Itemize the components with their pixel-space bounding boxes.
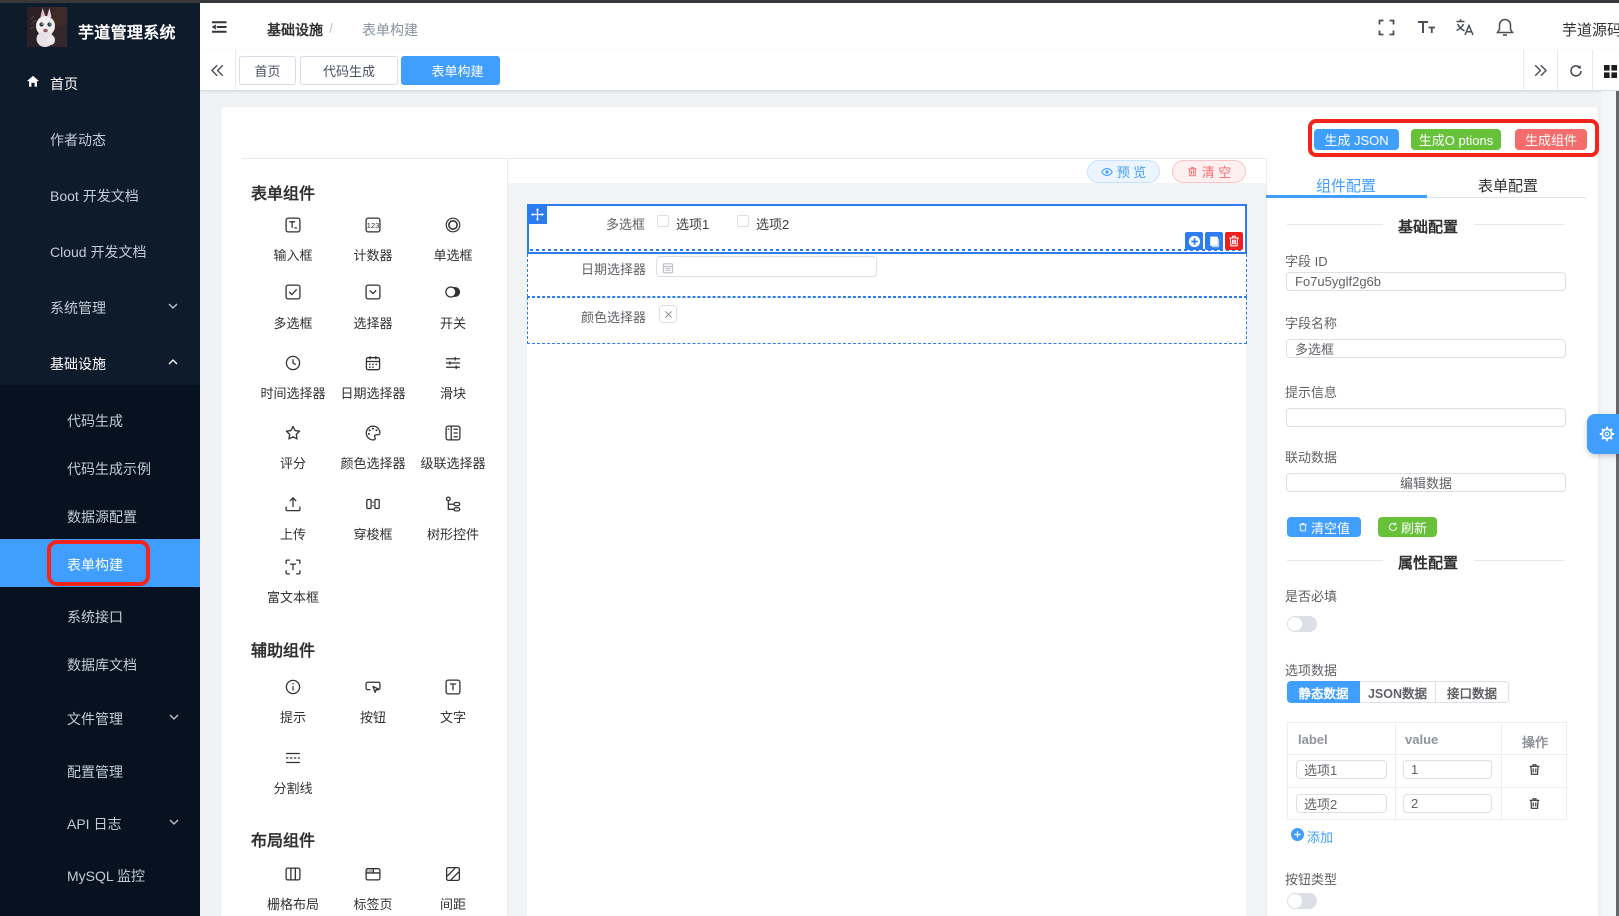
svg-text:123: 123 — [367, 221, 380, 230]
svg-text:TAB: TAB — [367, 869, 373, 873]
